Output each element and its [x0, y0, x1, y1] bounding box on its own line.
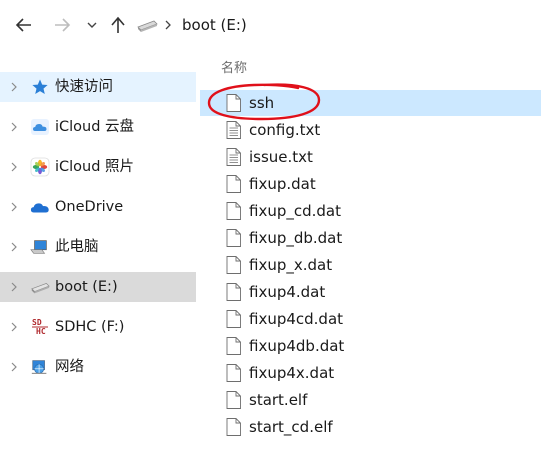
blank-file-icon — [226, 94, 241, 112]
recent-locations-button[interactable] — [80, 11, 104, 39]
text-file-icon — [226, 121, 241, 139]
back-button[interactable] — [10, 11, 38, 39]
file-row[interactable]: fixup4x.dat — [200, 360, 541, 386]
sidebar-item-sdhc-drive[interactable]: SD HC SDHC (F:) — [0, 312, 196, 342]
file-name: fixup4x.dat — [249, 364, 335, 382]
file-row[interactable]: config.txt — [200, 117, 541, 143]
drive-icon — [30, 278, 50, 296]
sidebar-item-label: 快速访问 — [55, 79, 113, 95]
sidebar-item-boot-drive[interactable]: boot (E:) — [0, 272, 196, 302]
chevron-right-icon[interactable] — [9, 161, 19, 173]
file-row[interactable]: fixup_db.dat — [200, 225, 541, 251]
blank-file-icon — [226, 175, 241, 193]
chevron-right-icon[interactable] — [9, 281, 19, 293]
blank-file-icon — [226, 418, 241, 436]
file-name: issue.txt — [249, 148, 313, 166]
blank-file-icon — [226, 310, 241, 328]
sidebar-item-label: boot (E:) — [55, 279, 118, 295]
chevron-right-icon[interactable] — [9, 361, 19, 373]
blank-file-icon — [226, 229, 241, 247]
sidebar-item-label: 此电脑 — [55, 239, 99, 255]
chevron-down-icon — [87, 22, 97, 28]
up-button[interactable] — [104, 11, 132, 39]
file-name: start_cd.elf — [249, 418, 333, 436]
sidebar-item-label: 网络 — [55, 359, 84, 375]
star-icon — [30, 78, 50, 96]
chevron-right-icon[interactable] — [9, 121, 19, 133]
arrow-left-icon — [15, 18, 31, 32]
file-row[interactable]: issue.txt — [200, 144, 541, 170]
sidebar-item-quick-access[interactable]: 快速访问 — [0, 72, 196, 102]
drive-icon — [137, 20, 158, 32]
sidebar-item-label: iCloud 云盘 — [55, 119, 135, 135]
breadcrumb-current[interactable]: boot (E:) — [182, 15, 247, 35]
file-name: fixup_db.dat — [249, 229, 343, 247]
sidebar-item-this-pc[interactable]: 此电脑 — [0, 232, 196, 262]
network-icon — [30, 358, 50, 376]
chevron-right-icon[interactable] — [9, 241, 19, 253]
sidebar-item-network[interactable]: 网络 — [0, 352, 196, 382]
navigation-pane: 快速访问 iCloud 云盘 iCloud 照片 OneDrive 此电脑 bo… — [0, 50, 196, 451]
onedrive-icon — [30, 198, 50, 216]
text-file-icon — [226, 148, 241, 166]
file-name: start.elf — [249, 391, 308, 409]
blank-file-icon — [226, 283, 241, 301]
sidebar-item-icloud-drive[interactable]: iCloud 云盘 — [0, 112, 196, 142]
file-row[interactable]: fixup_cd.dat — [200, 198, 541, 224]
chevron-right-icon[interactable] — [9, 81, 19, 93]
sidebar-item-onedrive[interactable]: OneDrive — [0, 192, 196, 222]
photos-icon — [30, 157, 50, 177]
chevron-right-icon — [165, 20, 171, 30]
sidebar-item-label: OneDrive — [55, 199, 124, 215]
sidebar-item-label: SDHC (F:) — [55, 319, 125, 335]
file-row[interactable]: fixup4.dat — [200, 279, 541, 305]
forward-button[interactable] — [48, 11, 76, 39]
file-name: ssh — [249, 94, 275, 112]
file-row[interactable]: start.elf — [200, 387, 541, 413]
computer-icon — [30, 238, 50, 256]
file-row[interactable]: ssh — [200, 90, 541, 116]
file-name: fixup4cd.dat — [249, 310, 344, 328]
file-name: fixup4db.dat — [249, 337, 345, 355]
blank-file-icon — [226, 337, 241, 355]
file-name: fixup_cd.dat — [249, 202, 341, 220]
file-row[interactable]: fixup.dat — [200, 171, 541, 197]
pane-divider[interactable] — [198, 50, 199, 451]
file-row[interactable]: fixup4cd.dat — [200, 306, 541, 332]
blank-file-icon — [226, 256, 241, 274]
navigation-toolbar: boot (E:) — [0, 0, 541, 50]
chevron-right-icon[interactable] — [9, 321, 19, 333]
file-name: config.txt — [249, 121, 321, 139]
column-header-name[interactable]: 名称 — [221, 60, 247, 78]
sidebar-item-label: iCloud 照片 — [55, 159, 135, 175]
arrow-right-icon — [55, 18, 71, 32]
svg-text:HC: HC — [36, 327, 46, 336]
blank-file-icon — [226, 391, 241, 409]
blank-file-icon — [226, 202, 241, 220]
blank-file-icon — [226, 364, 241, 382]
chevron-right-icon[interactable] — [9, 201, 19, 213]
file-row[interactable]: fixup4db.dat — [200, 333, 541, 359]
sdhc-icon: SD HC — [30, 318, 50, 336]
sidebar-item-icloud-photos[interactable]: iCloud 照片 — [0, 152, 196, 182]
file-name: fixup_x.dat — [249, 256, 333, 274]
breadcrumb-separator[interactable] — [162, 15, 174, 35]
svg-text:SD: SD — [32, 318, 42, 327]
icloud-icon — [30, 118, 50, 136]
arrow-up-icon — [111, 16, 125, 33]
file-name: fixup4.dat — [249, 283, 326, 301]
file-row[interactable]: fixup_x.dat — [200, 252, 541, 278]
file-name: fixup.dat — [249, 175, 316, 193]
file-row[interactable]: start_cd.elf — [200, 414, 541, 440]
